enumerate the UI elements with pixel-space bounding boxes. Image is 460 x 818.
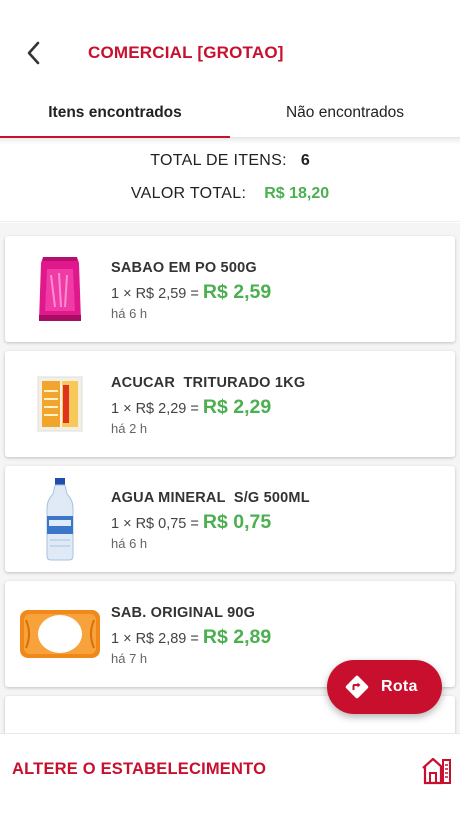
items-list: SABAO EM PO 500G 1 × R$ 2,59 = R$ 2,59 h… xyxy=(0,223,460,733)
list-item[interactable]: ACUCAR TRITURADO 1KG 1 × R$ 2,29 = R$ 2,… xyxy=(5,351,455,457)
total-items-value: 6 xyxy=(300,152,310,169)
item-unit-price: 1 × R$ 2,29 = xyxy=(111,401,199,417)
item-price-line: 1 × R$ 0,75 = R$ 0,75 xyxy=(111,511,271,534)
total-value-amount: R$ 18,20 xyxy=(264,185,330,202)
store-button[interactable] xyxy=(420,756,452,786)
item-price-line: 1 × R$ 2,89 = R$ 2,89 xyxy=(111,626,271,649)
item-thumbnail-soap xyxy=(17,591,103,677)
total-items-row: TOTAL DE ITENS: 6 xyxy=(0,152,460,170)
item-unit-price: 1 × R$ 2,59 = xyxy=(111,286,199,302)
list-item[interactable]: AGUA MINERAL S/G 500ML 1 × R$ 0,75 = R$ … xyxy=(5,466,455,572)
total-value-row: VALOR TOTAL: R$ 18,20 xyxy=(0,185,460,203)
item-total-price: R$ 2,89 xyxy=(202,626,272,648)
item-price-line: 1 × R$ 2,59 = R$ 2,59 xyxy=(111,281,271,304)
item-thumbnail-detergent xyxy=(17,246,103,332)
item-name: SABAO EM PO 500G xyxy=(111,260,257,276)
store-icon xyxy=(422,757,451,785)
item-name: AGUA MINERAL S/G 500ML xyxy=(111,490,310,506)
route-button-label: Rota xyxy=(381,678,418,695)
item-thumbnail xyxy=(17,706,103,733)
item-timestamp: há 6 h xyxy=(111,306,148,321)
back-button[interactable] xyxy=(18,38,48,68)
total-value-label: VALOR TOTAL: xyxy=(130,185,247,202)
chevron-left-icon xyxy=(27,41,40,65)
app-header: COMERCIAL [GROTAO] xyxy=(0,0,460,88)
directions-icon xyxy=(345,675,369,699)
item-thumbnail-sugar xyxy=(17,361,103,447)
item-total-price: R$ 2,29 xyxy=(202,396,272,418)
item-timestamp: há 6 h xyxy=(111,536,148,551)
item-timestamp: há 2 h xyxy=(111,421,148,436)
item-unit-price: 1 × R$ 0,75 = xyxy=(111,516,199,532)
summary-panel: TOTAL DE ITENS: 6 VALOR TOTAL: R$ 18,20 xyxy=(0,144,460,222)
change-store-button[interactable]: ALTERE O ESTABELECIMENTO xyxy=(12,760,266,779)
page-title: COMERCIAL [GROTAO] xyxy=(88,43,284,62)
item-thumbnail-water xyxy=(17,476,103,562)
total-items-label: TOTAL DE ITENS: xyxy=(150,152,287,169)
item-price-line: 1 × R$ 2,29 = R$ 2,29 xyxy=(111,396,271,419)
item-name: SAB. ORIGINAL 90G xyxy=(111,605,256,621)
item-name: ACUCAR TRITURADO 1KG xyxy=(111,375,306,391)
tab-not-found-items[interactable]: Não encontrados xyxy=(230,88,460,137)
tab-bar: Itens encontrados Não encontrados xyxy=(0,88,460,138)
item-total-price: R$ 2,59 xyxy=(202,281,272,303)
list-item[interactable]: SABAO EM PO 500G 1 × R$ 2,59 = R$ 2,59 h… xyxy=(5,236,455,342)
item-total-price: R$ 0,75 xyxy=(202,511,272,533)
route-button[interactable]: Rota xyxy=(327,660,442,714)
bottom-bar: ALTERE O ESTABELECIMENTO xyxy=(0,733,460,818)
item-unit-price: 1 × R$ 2,89 = xyxy=(111,631,199,647)
item-timestamp: há 7 h xyxy=(111,651,148,666)
tab-found-items[interactable]: Itens encontrados xyxy=(0,88,230,138)
